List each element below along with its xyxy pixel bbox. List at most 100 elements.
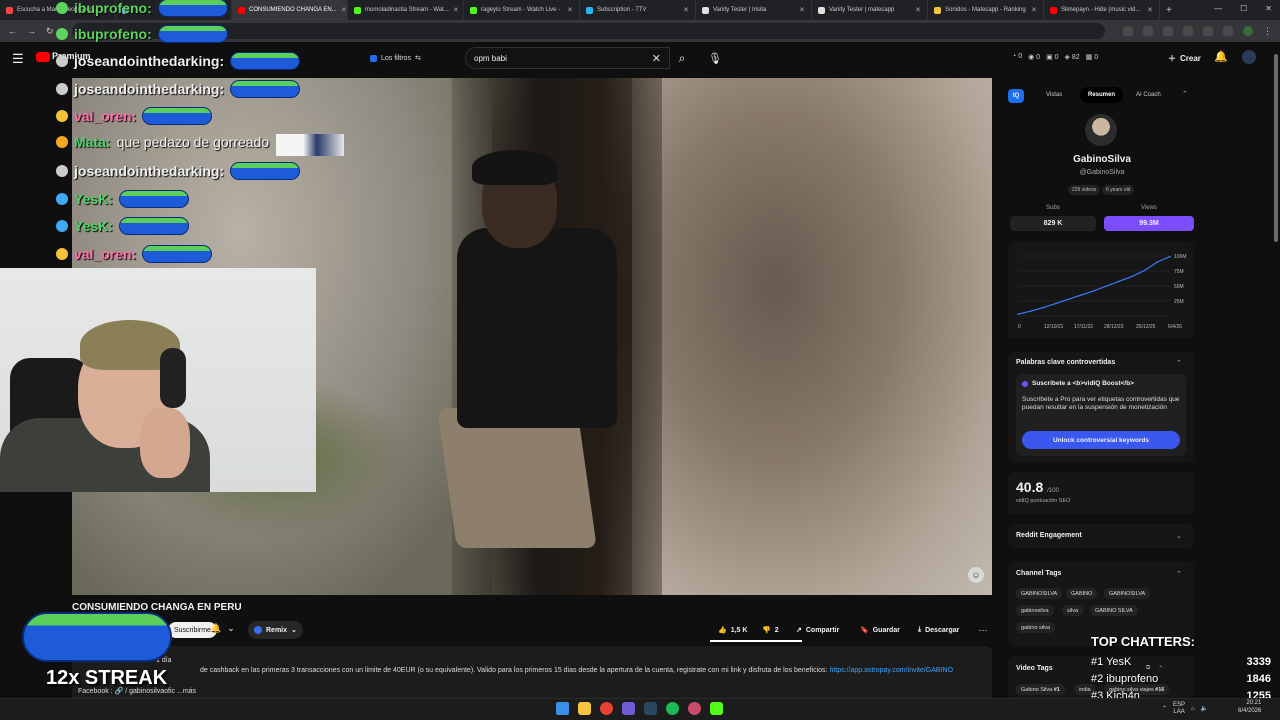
tab-vistas[interactable]: Vistas xyxy=(1038,87,1070,103)
browser-menu-icon[interactable]: ⋮ xyxy=(1263,26,1272,37)
chart-x-tick: 6/4/26 xyxy=(1168,324,1182,330)
close-tab-icon[interactable]: ✕ xyxy=(567,6,573,14)
search-input[interactable]: opm babi ✕ xyxy=(465,47,670,69)
volume-icon[interactable]: 🔈 xyxy=(1201,705,1208,712)
back-icon[interactable]: ← xyxy=(8,26,17,36)
profile-icon[interactable] xyxy=(1243,26,1253,36)
channel-tag[interactable]: GABINO SILVA xyxy=(1090,605,1138,616)
filters-button[interactable]: Los filtros ⇆ xyxy=(364,50,427,66)
new-tab-button[interactable]: + xyxy=(1166,5,1172,16)
extension-icon[interactable] xyxy=(1183,26,1193,36)
more-actions-button[interactable]: ⋯ xyxy=(974,622,992,638)
close-tab-icon[interactable]: ✕ xyxy=(799,6,805,14)
extension-icon[interactable] xyxy=(1163,26,1173,36)
browser-tab[interactable]: rageylo Stream - Watch Live - ✕ xyxy=(464,0,580,20)
maximize-button[interactable]: ☐ xyxy=(1240,4,1247,13)
close-tab-icon[interactable]: ✕ xyxy=(341,6,347,14)
channel-watermark-icon[interactable]: ☺ xyxy=(968,567,984,583)
chevron-up-icon[interactable]: ⌃ xyxy=(1182,90,1188,98)
file-explorer-icon[interactable] xyxy=(578,702,591,715)
browser-tab[interactable]: momoladinastia Stream - Wat... ✕ xyxy=(348,0,464,20)
network-icon[interactable]: ⌂ xyxy=(1191,706,1195,712)
browser-tab[interactable]: Sonidos - Matecapp - Ranking ✕ xyxy=(928,0,1044,20)
close-tab-icon[interactable]: ✕ xyxy=(1031,6,1037,14)
download-button[interactable]: ⤓ Descargar xyxy=(912,621,965,639)
chevron-up-icon[interactable]: ⌃ xyxy=(1176,570,1182,578)
share-button[interactable]: ↗ Compartir xyxy=(790,621,845,639)
vidiq-stat[interactable]: ▣ 0 xyxy=(1046,53,1058,61)
browser-tab[interactable]: Vanity Tester | Irisita ✕ xyxy=(696,0,812,20)
subscription-bell-button[interactable]: 🔔 ⌄ xyxy=(210,623,235,634)
keywords-title[interactable]: Palabras clave controvertidas xyxy=(1016,359,1115,366)
channel-tag[interactable]: GABINO xyxy=(1066,588,1098,599)
extension-icon[interactable] xyxy=(1203,26,1213,36)
create-button[interactable]: ＋ Crear xyxy=(1168,49,1201,67)
vidiq-stat[interactable]: ◈ 82 xyxy=(1065,53,1080,61)
channel-tag[interactable]: GABINOSILVA xyxy=(1016,588,1063,599)
channel-avatar[interactable] xyxy=(1085,114,1117,146)
video-tags-title[interactable]: Video Tags xyxy=(1016,665,1053,672)
steam-icon[interactable] xyxy=(644,702,657,715)
spotify-icon[interactable] xyxy=(666,702,679,715)
dislike-button[interactable]: 👎 2 xyxy=(756,621,785,639)
share-label: Compartir xyxy=(805,626,840,634)
vidiq-stat[interactable]: ◉ 0 xyxy=(1028,53,1040,61)
language-code: ESP xyxy=(1173,702,1186,708)
description-box[interactable] xyxy=(72,646,992,706)
channel-tags-title[interactable]: Channel Tags xyxy=(1016,570,1061,577)
extension-icon[interactable] xyxy=(1123,26,1133,36)
scrollbar-thumb[interactable] xyxy=(1274,54,1278,242)
notifications-bell-icon[interactable]: 🔔 xyxy=(1214,50,1228,63)
vidiq-stat[interactable]: ▦ 0 xyxy=(1086,53,1098,61)
youtube-logo-icon[interactable] xyxy=(36,52,50,62)
remix-button[interactable]: Remix ⌄ xyxy=(248,621,303,639)
extension-icon[interactable] xyxy=(1143,26,1153,36)
hamburger-menu-icon[interactable]: ☰ xyxy=(12,51,24,67)
chevron-down-icon[interactable]: ⌄ xyxy=(1176,532,1182,540)
chart-point xyxy=(1093,290,1095,292)
chat-username: val_oren: xyxy=(74,108,137,124)
vidiq-logo-icon[interactable]: IQ xyxy=(1008,89,1024,103)
app-icon[interactable] xyxy=(688,702,701,715)
close-tab-icon[interactable]: ✕ xyxy=(1147,6,1153,14)
browser-tab[interactable]: Subscription - 7TV ✕ xyxy=(580,0,696,20)
forward-icon[interactable]: → xyxy=(27,26,36,36)
video-tag[interactable]: Gabino Silva #1 xyxy=(1016,684,1065,695)
reddit-title[interactable]: Reddit Engagement xyxy=(1016,532,1082,539)
like-button[interactable]: 👍 1,5 K xyxy=(712,621,753,639)
clear-search-icon[interactable]: ✕ xyxy=(652,52,661,65)
language-indicator[interactable]: ESP LAA xyxy=(1173,702,1185,715)
obs-icon[interactable] xyxy=(622,702,635,715)
close-window-button[interactable]: ✕ xyxy=(1265,4,1272,13)
tab-resumen[interactable]: Resumen xyxy=(1080,87,1124,103)
tab-ai-coach[interactable]: AI Coach xyxy=(1128,87,1169,103)
extension-icon[interactable] xyxy=(1223,26,1233,36)
close-tab-icon[interactable]: ✕ xyxy=(453,6,459,14)
channel-tag[interactable]: silva xyxy=(1062,605,1084,616)
channel-tag[interactable]: GABINOSILVA xyxy=(1104,588,1151,599)
views-value[interactable]: 99.3M xyxy=(1104,216,1194,231)
channel-tag[interactable]: gabinosilva xyxy=(1016,605,1054,616)
close-tab-icon[interactable]: ✕ xyxy=(915,6,921,14)
account-avatar[interactable] xyxy=(1242,50,1256,64)
search-button[interactable]: ⌕ xyxy=(668,47,696,69)
vidiq-stat[interactable]: ◔ 0 xyxy=(1012,53,1022,61)
taskbar-clock[interactable]: 20:21 6/4/2026 xyxy=(1238,699,1261,715)
reload-icon[interactable]: ↻ xyxy=(46,26,54,37)
voice-search-button[interactable]: 🎙 xyxy=(704,47,726,69)
close-tab-icon[interactable]: ✕ xyxy=(683,6,689,14)
browser-tab[interactable]: Slimepayn - Hide (music vid... ✕ xyxy=(1044,0,1160,20)
windows-start-icon[interactable] xyxy=(556,702,569,715)
subs-value[interactable]: 829 K xyxy=(1010,216,1096,231)
browser-tab[interactable]: CONSUMIENDO CHANGA EN... ✕ xyxy=(232,0,348,20)
chevron-up-icon[interactable]: ⌃ xyxy=(1162,705,1167,712)
unlock-keywords-button[interactable]: Unlock controversial keywords xyxy=(1022,431,1180,449)
kick-icon[interactable] xyxy=(710,702,723,715)
chevron-up-icon[interactable]: ⌃ xyxy=(1176,359,1182,367)
channel-tag[interactable]: gabino silva xyxy=(1016,622,1056,633)
minimize-button[interactable]: — xyxy=(1214,4,1222,13)
description-link[interactable]: https://app.astropay.com/invite/GABINO xyxy=(829,667,953,674)
chrome-icon[interactable] xyxy=(600,702,613,715)
save-button[interactable]: 🔖 Guardar xyxy=(854,621,906,639)
browser-tab[interactable]: Vanity Tester | matecapp ✕ xyxy=(812,0,928,20)
